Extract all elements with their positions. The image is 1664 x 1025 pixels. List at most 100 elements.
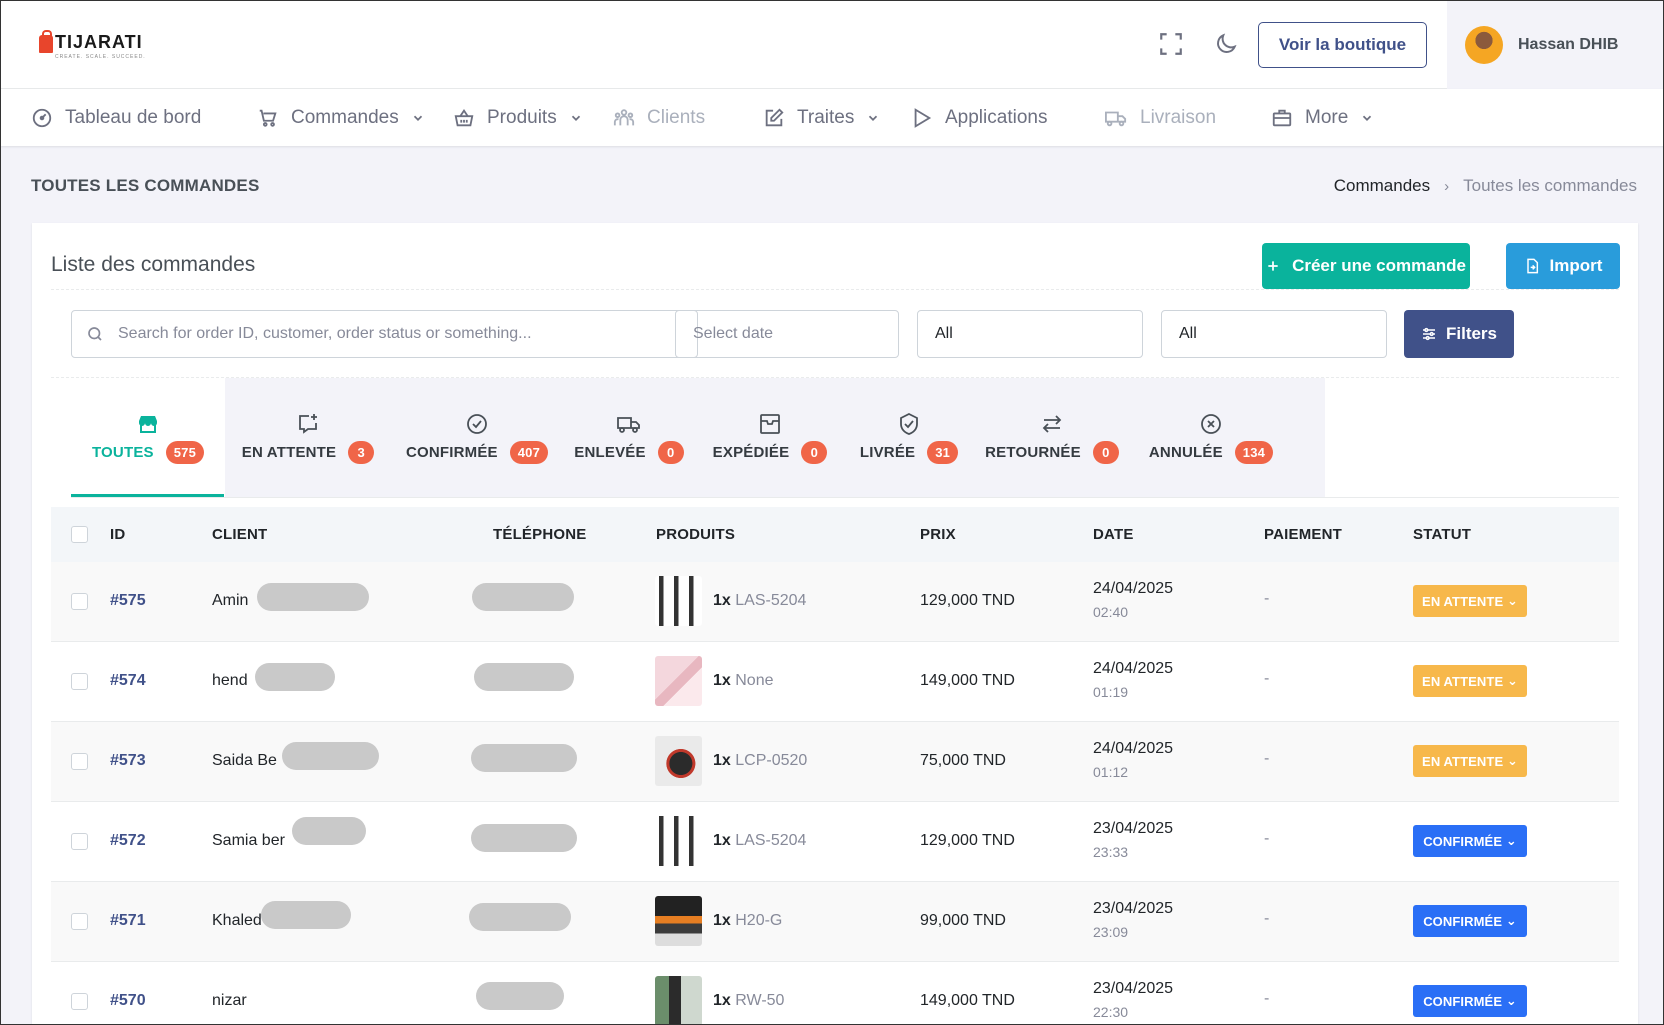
user-name: Hassan DHIB <box>1518 36 1619 53</box>
message-plus-icon <box>299 414 317 434</box>
tab-returned[interactable]: RETOURNÉE 0 <box>973 378 1131 497</box>
app-window: TIJARATI CREATE. SCALE. SUCCEED. Voir la… <box>0 0 1664 1025</box>
tab-confirmed[interactable]: CONFIRMÉE 407 <box>391 378 563 497</box>
nav-item-delivery[interactable]: Livraison <box>1104 89 1216 146</box>
tab-cancelled[interactable]: ANNULÉE 134 <box>1131 378 1291 497</box>
status-dropdown[interactable]: CONFIRMÉE ⌄ <box>1413 905 1527 937</box>
table-row[interactable]: #570 nizar 1x RW-50 149,000 TND 23/04/20… <box>51 962 1619 1024</box>
row-checkbox[interactable] <box>71 993 88 1010</box>
nav-label: Livraison <box>1140 106 1217 128</box>
status-label: EN ATTENTE <box>1422 753 1504 769</box>
tab-label: ENLEVÉE <box>574 444 646 461</box>
status-label: CONFIRMÉE <box>1423 913 1503 929</box>
redacted-client <box>257 583 369 611</box>
column-header-id[interactable]: ID <box>110 526 125 543</box>
user-menu[interactable]: Hassan DHIB <box>1447 1 1663 89</box>
search-box[interactable] <box>71 310 698 358</box>
redacted-phone <box>476 982 564 1010</box>
redacted-client <box>282 742 379 770</box>
tab-delivered[interactable]: LIVRÉE 31 <box>845 378 973 497</box>
logo-text: TIJARATI <box>55 32 143 52</box>
status-dropdown[interactable]: EN ATTENTE ⌄ <box>1413 745 1527 777</box>
column-header-status[interactable]: STATUT <box>1413 526 1471 543</box>
row-checkbox[interactable] <box>71 833 88 850</box>
status-dropdown[interactable]: EN ATTENTE ⌄ <box>1413 585 1527 617</box>
truck-icon <box>617 417 640 433</box>
dark-mode-moon-icon[interactable] <box>1213 31 1239 57</box>
view-shop-button[interactable]: Voir la boutique <box>1258 22 1427 68</box>
column-header-products[interactable]: PRODUITS <box>656 526 735 543</box>
column-header-client[interactable]: CLIENT <box>212 526 267 543</box>
breadcrumb-orders-link[interactable]: Commandes <box>1334 176 1430 196</box>
nav-item-traites[interactable]: Traites <box>763 89 880 146</box>
column-header-payment[interactable]: PAIEMENT <box>1264 526 1342 543</box>
payment-select[interactable]: All <box>1161 310 1387 358</box>
filters-button[interactable]: Filters <box>1404 310 1514 358</box>
cart-icon <box>259 109 277 127</box>
table-row[interactable]: #571 Khaled 1x H20-G 99,000 TND 23/04/20… <box>51 882 1619 962</box>
page-title: TOUTES LES COMMANDES <box>31 176 260 195</box>
order-id-link[interactable]: #573 <box>110 752 146 770</box>
order-id-link[interactable]: #571 <box>110 912 146 930</box>
tab-all[interactable]: TOUTES 575 <box>71 378 225 497</box>
product-sku[interactable]: LAS-5204 <box>735 832 806 849</box>
shopping-bag-icon <box>39 30 53 53</box>
nav-item-applications[interactable]: Applications <box>911 89 1047 146</box>
date-input[interactable] <box>693 325 898 343</box>
tab-shipped[interactable]: EXPÉDIÉE 0 <box>695 378 845 497</box>
nav-item-more[interactable]: More <box>1271 89 1374 146</box>
tabs-border <box>71 497 1619 498</box>
date-picker[interactable] <box>675 310 899 358</box>
archive-box-icon <box>760 414 780 434</box>
row-checkbox[interactable] <box>71 913 88 930</box>
brand-logo[interactable]: TIJARATI CREATE. SCALE. SUCCEED. <box>39 30 146 60</box>
status-dropdown[interactable]: EN ATTENTE ⌄ <box>1413 665 1527 697</box>
order-id-link[interactable]: #572 <box>110 832 146 850</box>
import-button[interactable]: Import <box>1506 243 1620 289</box>
tab-pending[interactable]: EN ATTENTE 3 <box>225 378 391 497</box>
chevron-down-icon: ⌄ <box>1505 993 1517 1008</box>
nav-item-clients[interactable]: Clients <box>613 89 705 146</box>
breadcrumb-current: Toutes les commandes <box>1463 176 1637 195</box>
column-header-phone[interactable]: TÉLÉPHONE <box>493 526 586 543</box>
column-header-price[interactable]: PRIX <box>920 526 956 543</box>
product-sku[interactable]: LCP-0520 <box>735 752 807 769</box>
nav-item-products[interactable]: Produits <box>453 89 583 146</box>
tab-count-badge: 134 <box>1234 441 1274 464</box>
chevron-down-icon: ⌄ <box>1505 913 1517 928</box>
search-input[interactable] <box>118 325 697 343</box>
status-dropdown[interactable]: CONFIRMÉE ⌄ <box>1413 825 1527 857</box>
product-sku[interactable]: RW-50 <box>735 992 784 1009</box>
date-value: 23/04/2025 <box>1093 820 1174 837</box>
order-id-link[interactable]: #575 <box>110 592 146 610</box>
product-qty: 1x <box>713 672 731 689</box>
order-price: 149,000 TND <box>920 672 1015 689</box>
client-name: Samia ber <box>212 832 285 849</box>
nav-item-orders[interactable]: Commandes <box>257 89 425 146</box>
product-sku[interactable]: H20-G <box>735 912 782 929</box>
tab-picked-up[interactable]: ENLEVÉE 0 <box>563 378 695 497</box>
column-header-date[interactable]: DATE <box>1093 526 1134 543</box>
table-row[interactable]: #574 hend 1x None 149,000 TND 24/04/2025… <box>51 642 1619 722</box>
status-dropdown[interactable]: CONFIRMÉE ⌄ <box>1413 985 1527 1017</box>
product-sku[interactable]: LAS-5204 <box>735 592 806 609</box>
select-all-checkbox[interactable] <box>71 526 88 543</box>
status-label: EN ATTENTE <box>1422 673 1504 689</box>
create-order-button[interactable]: Créer une commande <box>1262 243 1470 289</box>
nav-label: Produits <box>487 106 557 128</box>
product-sku[interactable]: None <box>735 672 773 689</box>
fullscreen-icon[interactable] <box>1158 31 1184 57</box>
status-select[interactable]: All <box>917 310 1143 358</box>
client-name: hend <box>212 672 248 689</box>
table-row[interactable]: #573 Saida Be 1x LCP-0520 75,000 TND 24/… <box>51 722 1619 802</box>
order-id-link[interactable]: #574 <box>110 672 146 690</box>
nav-item-dashboard[interactable]: Tableau de bord <box>31 89 201 146</box>
filters-label: Filters <box>1445 324 1498 343</box>
table-row[interactable]: #575 Amin 1x LAS-5204 129,000 TND 24/04/… <box>51 562 1619 642</box>
order-id-link[interactable]: #570 <box>110 992 146 1010</box>
row-checkbox[interactable] <box>71 673 88 690</box>
payment-value: - <box>1264 670 1270 687</box>
row-checkbox[interactable] <box>71 753 88 770</box>
row-checkbox[interactable] <box>71 593 88 610</box>
table-row[interactable]: #572 Samia ber 1x LAS-5204 129,000 TND 2… <box>51 802 1619 882</box>
